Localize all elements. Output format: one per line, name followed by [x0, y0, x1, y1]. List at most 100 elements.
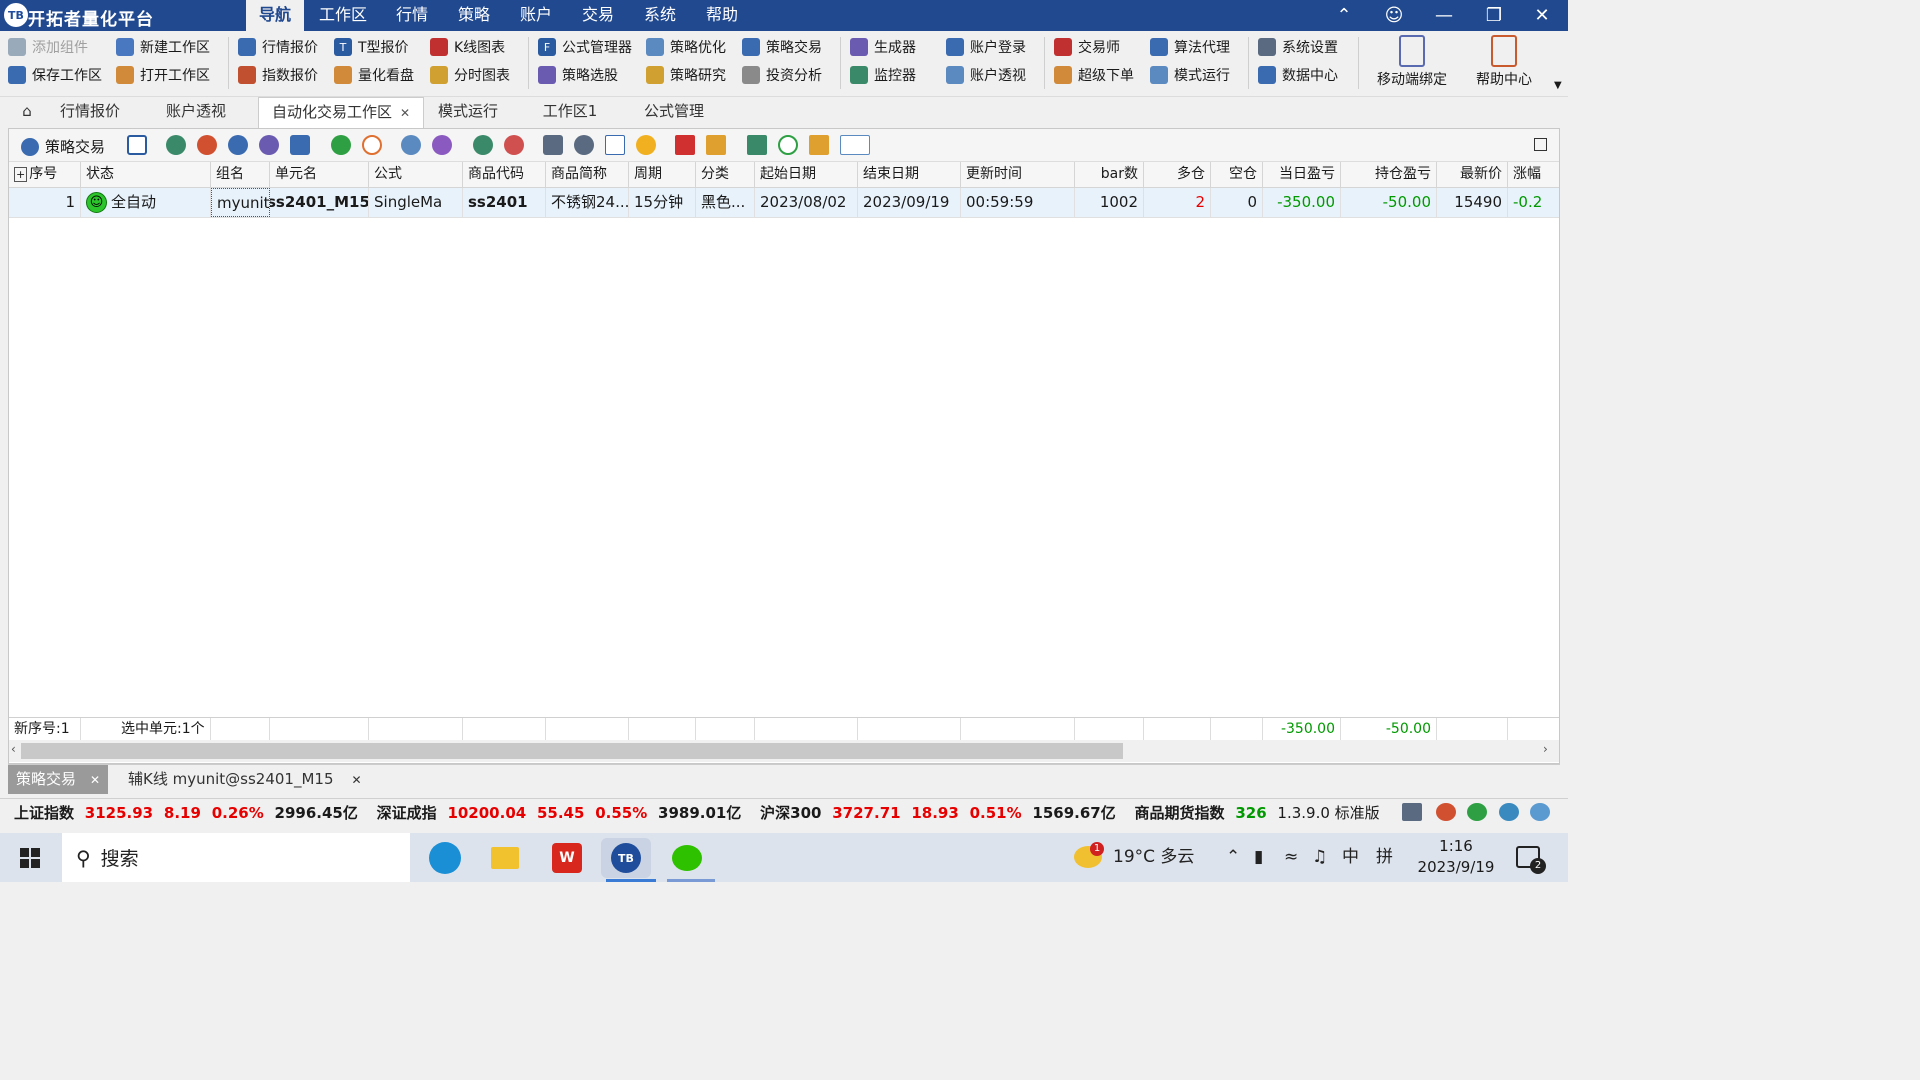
ime-chinese[interactable]: 中 — [1342, 833, 1359, 882]
super-order-button[interactable]: 超级下单 — [1054, 61, 1134, 89]
close-tab-icon[interactable]: ✕ — [352, 773, 362, 787]
account-view-button[interactable]: 账户透视 — [946, 61, 1026, 89]
tab-formula-manager[interactable]: 公式管理 — [634, 97, 714, 127]
bottom-tab-aux-kline[interactable]: 辅K线 myunit@ss2401_M15 ✕ — [120, 765, 370, 794]
header-bars[interactable]: bar数 — [1075, 162, 1144, 187]
status-list-icon[interactable] — [1402, 803, 1422, 821]
system-clock[interactable]: 1:16 2023/9/19 — [1410, 836, 1502, 878]
config-list-icon[interactable] — [543, 135, 563, 155]
layout-dropdown-icon[interactable] — [840, 135, 870, 155]
investment-analysis-button[interactable]: 投资分析 — [742, 61, 822, 89]
scrollbar-thumb[interactable] — [21, 743, 1123, 759]
home-icon[interactable]: ⌂ — [12, 97, 42, 127]
settings-icon[interactable] — [574, 135, 594, 155]
timeshare-button[interactable]: 分时图表 — [430, 61, 510, 89]
unlink-icon[interactable] — [504, 135, 524, 155]
weather-text[interactable]: 19°C 多云 — [1113, 833, 1194, 882]
tab-account-view[interactable]: 账户透视 — [156, 97, 236, 127]
header-change[interactable]: 涨幅 — [1508, 162, 1559, 187]
table-row[interactable]: 1 ☺全自动 myunit ss2401_M151 SingleMa ss240… — [9, 188, 1559, 218]
group-icon[interactable] — [401, 135, 421, 155]
header-formula[interactable]: 公式 — [369, 162, 463, 187]
header-update-time[interactable]: 更新时间 — [961, 162, 1075, 187]
tab-mode-run[interactable]: 模式运行 — [428, 97, 508, 127]
close-tab-icon[interactable]: ✕ — [400, 106, 410, 120]
account-login-button[interactable]: 账户登录 — [946, 33, 1026, 61]
header-day-pnl[interactable]: 当日盈亏 — [1263, 162, 1341, 187]
header-short[interactable]: 空仓 — [1211, 162, 1263, 187]
menu-trade[interactable]: 交易 — [574, 0, 622, 31]
taskbar-search[interactable]: ⚲ 搜索 — [62, 833, 410, 882]
restore-icon[interactable]: ❐ — [1471, 0, 1517, 31]
mode-run-button[interactable]: 模式运行 — [1150, 61, 1230, 89]
header-status[interactable]: 状态 — [81, 162, 211, 187]
save-workspace-button[interactable]: 保存工作区 — [8, 61, 102, 89]
load-unit-icon[interactable] — [166, 135, 186, 155]
strategy-select-button[interactable]: 策略选股 — [538, 61, 632, 89]
menu-workspace[interactable]: 工作区 — [312, 0, 374, 31]
header-name[interactable]: 商品简称 — [546, 162, 629, 187]
select-all-icon[interactable] — [127, 135, 147, 155]
strategy-trade-button[interactable]: 策略交易 — [742, 33, 822, 61]
menu-system[interactable]: 系统 — [636, 0, 684, 31]
close-icon[interactable]: ✕ — [1519, 0, 1565, 31]
edit-unit-icon[interactable] — [228, 135, 248, 155]
refresh-icon[interactable] — [778, 135, 798, 155]
header-position-pnl[interactable]: 持仓盈亏 — [1341, 162, 1437, 187]
edge-browser-icon[interactable] — [420, 838, 470, 878]
battery-icon[interactable]: ▮ — [1254, 833, 1263, 882]
scroll-left-icon[interactable]: ‹ — [11, 742, 16, 756]
windows-start-icon[interactable] — [20, 848, 40, 868]
scroll-right-icon[interactable]: › — [1543, 742, 1548, 756]
bottom-tab-strategy-trade[interactable]: 策略交易 ✕ — [8, 765, 109, 794]
t-quote-button[interactable]: T T型报价 — [334, 33, 414, 61]
expand-icon[interactable]: + — [14, 167, 28, 182]
user-icon[interactable]: ☺ — [1371, 0, 1417, 31]
menu-account[interactable]: 账户 — [512, 0, 560, 31]
header-end-date[interactable]: 结束日期 — [858, 162, 961, 187]
filter-icon[interactable] — [809, 135, 829, 155]
ribbon-dropdown-icon[interactable]: ▼ — [1554, 80, 1562, 91]
kline-button[interactable]: K线图表 — [430, 33, 510, 61]
header-index[interactable]: + 序号 — [9, 162, 81, 187]
tab-workspace1[interactable]: 工作区1 — [532, 97, 608, 127]
volume-icon[interactable]: ♫ — [1312, 833, 1327, 882]
index-quote-button[interactable]: 指数报价 — [238, 61, 318, 89]
message-icon[interactable] — [1499, 803, 1519, 821]
remove-unit-icon[interactable] — [197, 135, 217, 155]
header-start-date[interactable]: 起始日期 — [755, 162, 858, 187]
link-icon[interactable] — [473, 135, 493, 155]
trader-master-button[interactable]: 交易师 — [1054, 33, 1134, 61]
system-settings-button[interactable]: 系统设置 — [1258, 33, 1338, 61]
algo-agent-button[interactable]: 算法代理 — [1150, 33, 1230, 61]
online-user-icon[interactable] — [1467, 803, 1487, 821]
header-code[interactable]: 商品代码 — [463, 162, 546, 187]
lock-icon[interactable] — [290, 135, 310, 155]
cell-group[interactable]: myunit — [211, 188, 270, 217]
minimize-icon[interactable]: — — [1421, 0, 1467, 31]
monitor-button[interactable]: 监控器 — [850, 61, 916, 89]
strategy-optimize-button[interactable]: 策略优化 — [646, 33, 726, 61]
tab-quotes[interactable]: 行情报价 — [50, 97, 130, 127]
quote-button[interactable]: 行情报价 — [238, 33, 318, 61]
smiley-icon[interactable] — [636, 135, 656, 155]
strategy-trade-tool-button[interactable]: 策略交易 — [21, 136, 105, 157]
alert-user-icon[interactable] — [1436, 803, 1456, 821]
new-workspace-button[interactable]: 新建工作区 — [116, 33, 210, 61]
header-unit[interactable]: 单元名 — [270, 162, 369, 187]
ime-pinyin[interactable]: 拼 — [1376, 833, 1393, 882]
menu-help[interactable]: 帮助 — [698, 0, 746, 31]
strategy-research-button[interactable]: 策略研究 — [646, 61, 726, 89]
data-center-button[interactable]: 数据中心 — [1258, 61, 1338, 89]
add-list-icon[interactable] — [747, 135, 767, 155]
header-period[interactable]: 周期 — [629, 162, 696, 187]
menu-quotes[interactable]: 行情 — [388, 0, 436, 31]
tab-auto-trading[interactable]: 自动化交易工作区 ✕ — [258, 97, 424, 128]
header-group[interactable]: 组名 — [211, 162, 270, 187]
play-icon[interactable] — [331, 135, 351, 155]
wps-office-icon[interactable]: W — [542, 838, 592, 878]
help-center-button[interactable]: 帮助中心 — [1464, 35, 1544, 95]
close-tab-icon[interactable]: ✕ — [90, 773, 100, 787]
performance-chart-icon[interactable] — [605, 135, 625, 155]
menu-navigation[interactable]: 导航 — [246, 0, 304, 31]
